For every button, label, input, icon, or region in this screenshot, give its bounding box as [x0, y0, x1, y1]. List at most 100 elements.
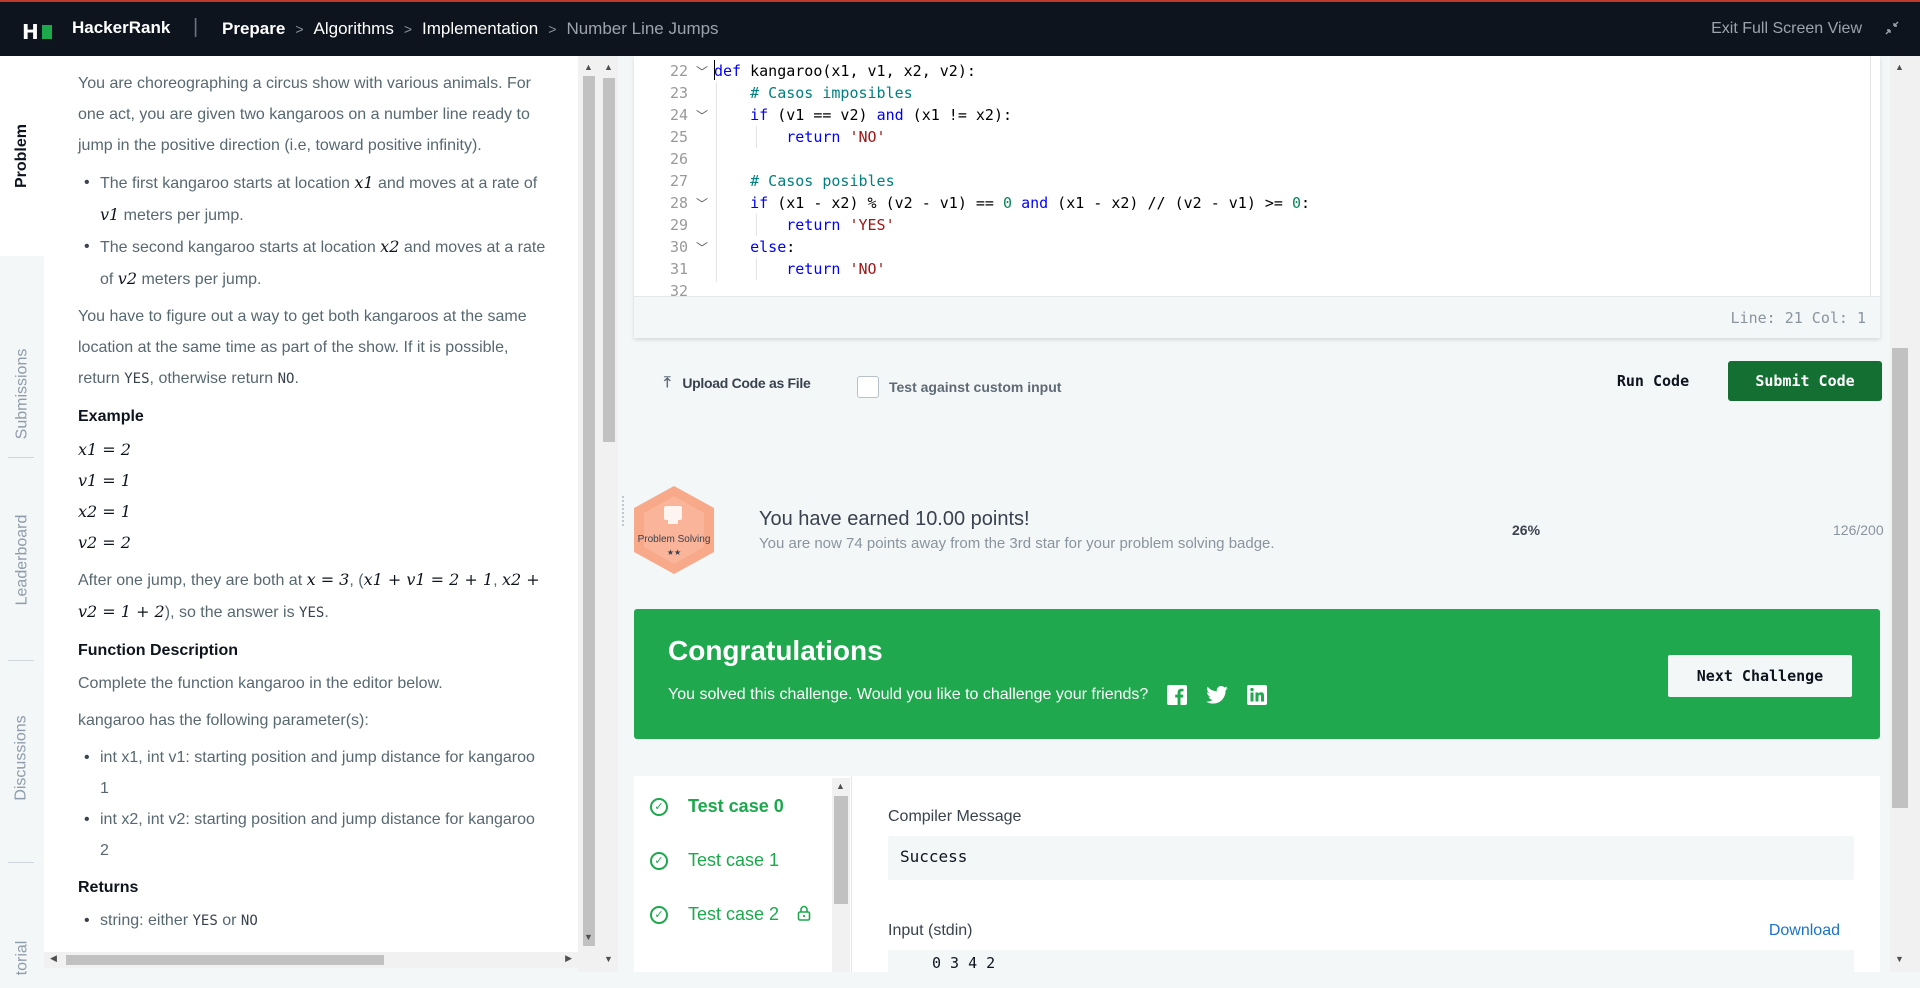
scroll-up-icon[interactable]: ▲	[604, 62, 613, 72]
custom-input-checkbox[interactable]	[857, 376, 879, 398]
problem-vertical-scrollbar[interactable]: ▲ ▼	[578, 56, 600, 972]
line-number: 31	[669, 260, 688, 278]
scroll-down-icon[interactable]: ▼	[584, 932, 593, 942]
scroll-thumb[interactable]	[583, 76, 595, 946]
top-navbar: H HackerRank | Prepare > Algorithms > Im…	[0, 0, 1920, 56]
scroll-down-icon[interactable]: ▼	[1895, 954, 1904, 964]
code-editor[interactable]: 22 23 24 25 26 27 28 29 30 31 32 ﹀ ﹀ ﹀ ﹀…	[634, 56, 1880, 338]
tab-editorial[interactable]: torial	[0, 928, 44, 988]
code-area[interactable]: 22 23 24 25 26 27 28 29 30 31 32 ﹀ ﹀ ﹀ ﹀…	[634, 60, 1870, 296]
example-line: x2 = 1	[78, 502, 131, 521]
congratulations-banner: Congratulations You solved this challeng…	[634, 609, 1880, 739]
check-circle-icon: ✓	[650, 905, 668, 924]
custom-input-toggle[interactable]: Test against custom input	[857, 376, 1061, 398]
scroll-thumb[interactable]	[66, 955, 384, 965]
test-case-label: Test case 0	[688, 796, 784, 816]
upload-label: Upload Code as File	[682, 374, 811, 391]
scroll-up-icon[interactable]: ▲	[1895, 62, 1904, 72]
code-line: return 'NO'	[786, 128, 886, 146]
scroll-up-icon[interactable]: ▲	[836, 781, 845, 791]
tab-divider	[8, 862, 34, 863]
compiler-message-value: Success	[888, 836, 1854, 880]
fold-chevron-icon[interactable]: ﹀	[696, 195, 708, 212]
test-case-item[interactable]: ✓ Test case 0	[650, 796, 784, 817]
breadcrumb-current: Number Line Jumps	[566, 19, 719, 38]
params-list: int x1, int v1: starting position and ju…	[78, 742, 548, 866]
params-intro: kangaroo has the following parameter(s):	[78, 712, 369, 729]
test-case-item[interactable]: ✓ Test case 1	[650, 850, 779, 871]
test-case-label: Test case 1	[688, 850, 780, 870]
code-line: return 'NO'	[786, 260, 886, 278]
hackerrank-logo[interactable]: H	[22, 20, 52, 44]
exit-fullscreen-link[interactable]: Exit Full Screen View	[1711, 20, 1862, 38]
page-scrollbar[interactable]: ▲ ▼	[1890, 56, 1920, 972]
line-number: 24	[669, 106, 688, 124]
fold-chevron-icon[interactable]: ﹀	[696, 107, 708, 124]
scroll-thumb[interactable]	[834, 796, 848, 904]
problem-panel: You are choreographing a circus show wit…	[44, 56, 578, 952]
scroll-left-icon[interactable]: ◀	[50, 953, 57, 964]
fold-chevron-icon[interactable]: ﹀	[696, 63, 708, 80]
chevron-right-icon: >	[295, 21, 304, 37]
badge-label: Problem Solving	[637, 534, 711, 545]
chevron-right-icon: >	[548, 21, 557, 37]
check-circle-icon: ✓	[650, 851, 668, 870]
tab-leaderboard[interactable]: Leaderboard	[0, 480, 44, 640]
fold-chevron-icon[interactable]: ﹀	[696, 239, 708, 256]
run-code-button[interactable]: Run Code	[1592, 361, 1714, 401]
tab-problem[interactable]: Problem	[0, 56, 44, 256]
minimize-icon[interactable]	[1884, 20, 1900, 41]
brand-name[interactable]: HackerRank	[72, 18, 170, 38]
tab-submissions[interactable]: Submissions	[0, 314, 44, 474]
nav-separator: |	[193, 16, 199, 38]
example-line: v1 = 1	[78, 471, 131, 490]
test-list-scrollbar[interactable]: ▲	[832, 778, 850, 972]
line-number: 30	[669, 238, 688, 256]
check-circle-icon: ✓	[650, 797, 668, 816]
code-line: # Casos imposibles	[714, 84, 913, 102]
line-number: 26	[669, 150, 688, 168]
compiler-message-label: Compiler Message	[888, 808, 1022, 825]
breadcrumb: Prepare > Algorithms > Implementation > …	[222, 19, 719, 39]
scroll-thumb[interactable]	[1892, 348, 1908, 808]
scroll-thumb[interactable]	[603, 78, 615, 442]
badge-progress-percent: 26%	[1512, 522, 1541, 538]
scroll-down-icon[interactable]: ▼	[604, 954, 613, 964]
kangaroo-list: The first kangaroo starts at location x1…	[78, 167, 548, 295]
breadcrumb-algorithms[interactable]: Algorithms	[314, 19, 394, 39]
line-number: 25	[669, 128, 688, 146]
problem-horizontal-scrollbar[interactable]: ◀ ▶	[44, 952, 578, 968]
upload-code-button[interactable]: ⤒ Upload Code as File	[664, 374, 811, 391]
submit-code-button[interactable]: Submit Code	[1728, 361, 1882, 401]
breadcrumb-prepare[interactable]: Prepare	[222, 19, 285, 39]
chevron-right-icon: >	[403, 21, 413, 37]
upload-icon: ⤒	[664, 374, 671, 391]
example-line: v2 = 2	[78, 533, 131, 552]
badge-progress-count: 126/200	[1833, 522, 1884, 538]
facebook-icon[interactable]	[1166, 684, 1188, 706]
code-line: if (x1 - x2) % (v2 - v1) == 0 and (x1 - …	[750, 194, 1311, 212]
test-results-panel: Compiler Message Success Input (stdin) D…	[852, 776, 1880, 972]
custom-input-label: Test against custom input	[889, 379, 1062, 395]
line-number: 32	[669, 282, 688, 296]
problem-solving-badge: Problem Solving ★★	[626, 484, 722, 576]
breadcrumb-implementation[interactable]: Implementation	[422, 19, 538, 39]
stdin-value: 0 3 4 2	[888, 950, 1854, 972]
test-case-item[interactable]: ✓ Test case 2	[650, 904, 811, 925]
badge-stars: ★★	[666, 548, 682, 557]
returns-list: string: either YES or NO	[78, 905, 548, 937]
scroll-up-icon[interactable]: ▲	[584, 62, 593, 72]
workspace-scrollbar[interactable]: ▲ ▼	[600, 56, 618, 972]
side-tabs: Problem Submissions Leaderboard Discussi…	[0, 56, 44, 975]
twitter-icon[interactable]	[1206, 684, 1229, 706]
lock-icon	[797, 905, 811, 925]
download-link[interactable]: Download	[1769, 922, 1840, 940]
line-number: 22	[669, 62, 688, 80]
returns-heading: Returns	[78, 879, 139, 896]
list-item: The first kangaroo starts at location x1…	[78, 167, 548, 231]
linkedin-icon[interactable]	[1246, 684, 1268, 706]
tab-discussions[interactable]: Discussions	[0, 678, 44, 838]
next-challenge-button[interactable]: Next Challenge	[1668, 655, 1852, 697]
scroll-right-icon[interactable]: ▶	[565, 953, 572, 964]
line-number: 23	[669, 84, 688, 102]
